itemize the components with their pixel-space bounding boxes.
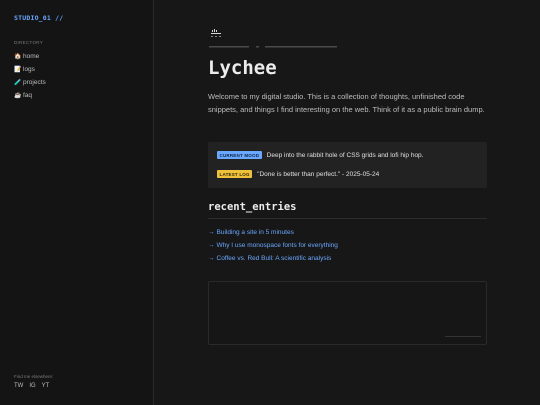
- latest-log-row: LATEST LOG "Done is better than perfect.…: [217, 170, 379, 178]
- sidebar-item-label: faq: [23, 92, 33, 99]
- latest-log-badge: LATEST LOG: [217, 170, 253, 178]
- sidebar-item-faq[interactable]: ☕ faq: [14, 89, 46, 102]
- current-mood-row: CURRENT MOOD Deep into the rabbit hole o…: [217, 151, 423, 159]
- find-me-label: Find me elsewhere:: [14, 374, 54, 379]
- current-mood-badge: CURRENT MOOD: [217, 151, 262, 159]
- main-content: Lychee Welcome to my digital studio. Thi…: [155, 0, 540, 405]
- directory-label: DIRECTORY: [14, 40, 44, 45]
- entry-link-label: Building a site in 5 minutes: [216, 229, 294, 236]
- entry-link[interactable]: → Building a site in 5 minutes: [208, 226, 338, 239]
- sidebar-item-home[interactable]: 🏠 home: [14, 50, 46, 63]
- sidebar-item-projects[interactable]: 🧪 projects: [14, 76, 46, 89]
- recent-entries-list: → Building a site in 5 minutes → Why I u…: [208, 226, 338, 265]
- ascii-logo-icon: [209, 28, 223, 40]
- coffee-icon: ☕: [14, 93, 22, 99]
- brand-logo[interactable]: STUDIO_01 //: [14, 14, 63, 22]
- arrow-right-icon: →: [208, 255, 215, 262]
- meta-line: [209, 45, 339, 49]
- current-mood-text: Deep into the rabbit hole of CSS grids a…: [266, 151, 424, 159]
- sidebar-nav: 🏠 home 📝 logs 🧪 projects ☕ faq: [14, 50, 46, 102]
- embed-frame[interactable]: [208, 281, 487, 345]
- arrow-right-icon: →: [208, 242, 215, 249]
- arrow-right-icon: →: [208, 229, 215, 236]
- entry-link-label: Why I use monospace fonts for everything: [216, 242, 338, 249]
- sidebar-item-logs[interactable]: 📝 logs: [14, 63, 46, 76]
- test-tube-icon: 🧪: [14, 80, 22, 86]
- social-link-ig[interactable]: IG: [29, 383, 35, 389]
- memo-icon: 📝: [14, 67, 22, 73]
- page-title: Lychee: [208, 57, 277, 79]
- sidebar-item-label: projects: [23, 79, 46, 86]
- divider: [208, 218, 487, 219]
- social-link-tw[interactable]: TW: [14, 383, 23, 389]
- social-link-yt[interactable]: YT: [42, 383, 50, 389]
- intro-text: Welcome to my digital studio. This is a …: [208, 92, 485, 114]
- entry-link[interactable]: → Why I use monospace fonts for everythi…: [208, 239, 338, 252]
- entry-link-label: Coffee vs. Red Bull: A scientific analys…: [216, 255, 332, 262]
- sidebar-item-label: logs: [23, 66, 35, 73]
- social-links: TW IG YT: [14, 383, 49, 389]
- recent-entries-title: recent_entries: [208, 201, 297, 213]
- latest-log-text: "Done is better than perfect." - 2025-05…: [257, 170, 380, 178]
- house-icon: 🏠: [14, 54, 22, 60]
- entry-link[interactable]: → Coffee vs. Red Bull: A scientific anal…: [208, 252, 338, 265]
- sidebar-item-label: home: [23, 53, 40, 60]
- status-panel: CURRENT MOOD Deep into the rabbit hole o…: [208, 142, 487, 188]
- embed-caption: [445, 334, 481, 339]
- sidebar: STUDIO_01 // DIRECTORY 🏠 home 📝 logs 🧪 p…: [0, 0, 154, 405]
